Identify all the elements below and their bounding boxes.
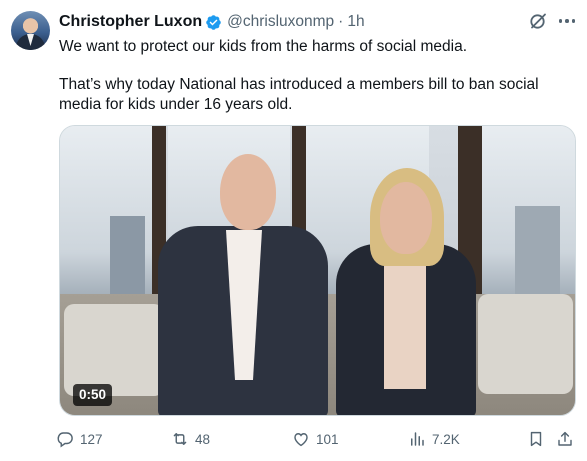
grok-icon[interactable] [528, 11, 548, 31]
building-shape [515, 206, 560, 301]
repost-button[interactable]: 48 [171, 429, 210, 449]
post-header: Christopher Luxon @chrisluxonmp · 1h [59, 12, 365, 32]
post-text-line2: That’s why today National has introduced… [59, 76, 539, 113]
heart-icon [294, 433, 308, 447]
reply-count: 127 [80, 431, 103, 447]
repost-count: 48 [195, 431, 211, 447]
author-name[interactable]: Christopher Luxon [59, 13, 202, 31]
man-head [220, 154, 276, 230]
views-count: 7.2K [432, 431, 460, 447]
author-handle[interactable]: @chrisluxonmp [227, 13, 334, 31]
author-avatar[interactable] [11, 11, 50, 50]
post-time[interactable]: 1h [347, 13, 364, 31]
reply-icon [57, 432, 73, 448]
bookmark-button[interactable] [527, 429, 551, 449]
woman-top [384, 264, 426, 389]
verified-badge-icon [205, 14, 222, 31]
video-player[interactable]: 0:50 [59, 125, 576, 416]
views-button[interactable]: 7.2K [408, 429, 460, 449]
like-count: 101 [316, 431, 339, 447]
video-duration: 0:50 [73, 384, 113, 406]
more-icon[interactable] [557, 11, 577, 31]
reply-button[interactable]: 127 [56, 429, 103, 449]
building-shape [110, 216, 145, 296]
views-chart-icon [411, 432, 424, 446]
separator-dot: · [338, 13, 344, 30]
like-button[interactable]: 101 [292, 429, 339, 449]
repost-icon [173, 433, 187, 445]
bookmark-icon [530, 431, 542, 447]
action-bar: 127 48 101 7.2K [56, 429, 576, 449]
share-icon [558, 431, 572, 446]
woman-head [380, 182, 432, 254]
cushion [478, 294, 573, 394]
cushion [64, 304, 164, 396]
video-thumbnail [60, 126, 575, 415]
share-button[interactable] [556, 429, 580, 449]
post-text-line1: We want to protect our kids from the har… [59, 38, 468, 55]
